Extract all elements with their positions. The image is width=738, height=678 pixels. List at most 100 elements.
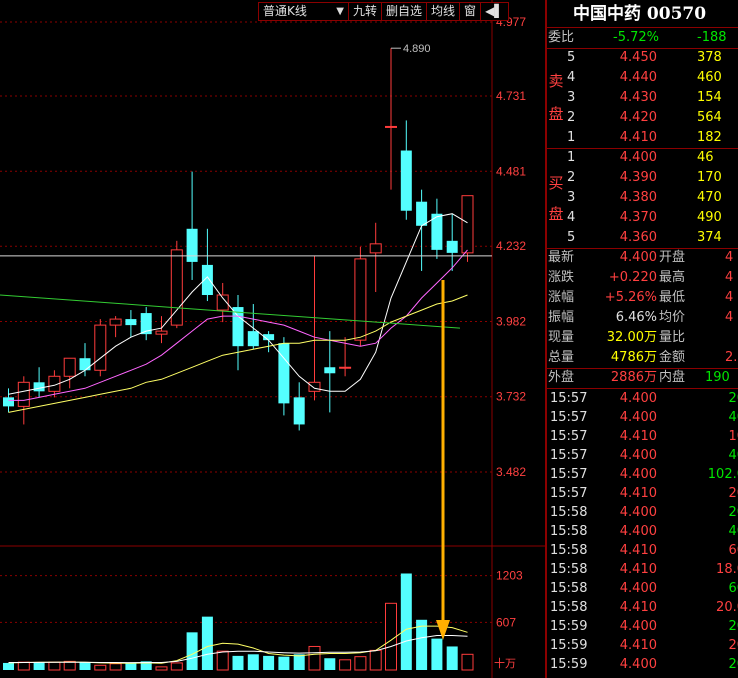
stat-label: 涨幅	[548, 290, 575, 305]
tick-row[interactable]: 15:59 4.410 20	[547, 636, 738, 655]
stat-label: 最高	[659, 270, 686, 285]
tick-row[interactable]: 15:58 4.400 20	[547, 503, 738, 522]
volume-bar-down	[201, 616, 213, 670]
tick-price: 4.410	[619, 429, 657, 444]
level-number: 2	[567, 110, 576, 125]
candle-body-up	[155, 330, 168, 335]
buy-level-row: 1 4.400 46	[547, 148, 738, 168]
annotation-arrow-head	[436, 620, 450, 640]
stat-row: 涨幅 +5.26% 最低 4	[547, 288, 738, 308]
price-axis-label: 4.232	[496, 239, 526, 253]
outer-value: 2886万	[610, 370, 657, 385]
volume-bar-down	[186, 632, 198, 670]
stat-row: 最新 4.400 开盘 4	[547, 248, 738, 268]
tick-volume: 18.0	[716, 562, 738, 577]
tick-row[interactable]: 15:58 4.400 40	[547, 522, 738, 541]
level-volume: 460	[697, 70, 722, 85]
collapse-panel-icon[interactable]: ◀▌	[481, 3, 507, 20]
tick-row[interactable]: 15:58 4.410 20.0	[547, 598, 738, 617]
level-volume: 170	[697, 170, 722, 185]
candle-body-up	[354, 258, 367, 341]
volume-bar-up	[94, 664, 107, 671]
stat-label: 均价	[659, 310, 686, 325]
volume-bar-up	[170, 662, 183, 671]
candle-body-down	[33, 382, 45, 392]
level-price: 4.440	[619, 70, 657, 85]
tick-price: 4.400	[619, 467, 657, 482]
tick-volume: 102.0	[707, 467, 738, 482]
tick-row[interactable]: 15:57 4.410 10	[547, 427, 738, 446]
tick-row[interactable]: 15:58 4.400 60	[547, 579, 738, 598]
tick-row[interactable]: 15:58 4.410 18.0	[547, 560, 738, 579]
level-number: 1	[567, 150, 576, 165]
tick-time: 15:57	[550, 448, 588, 463]
stat-label: 总量	[548, 350, 575, 365]
volume-axis-label: 607	[496, 615, 516, 629]
tick-row[interactable]: 15:57 4.400 40	[547, 408, 738, 427]
stat-value: 2.1	[725, 350, 738, 365]
sell-level-row: 1 4.410 182	[547, 128, 738, 148]
inner-label: 内盘	[659, 370, 686, 385]
level-number: 4	[567, 210, 576, 225]
tick-row[interactable]: 15:59 4.400 20	[547, 617, 738, 636]
stat-value: 4786万	[610, 350, 657, 365]
price-axis-label: 3.982	[496, 314, 526, 328]
tick-row[interactable]: 15:58 4.410 60	[547, 541, 738, 560]
tick-price: 4.400	[619, 448, 657, 463]
kline-chart[interactable]: 4.9774.7314.4814.2323.9823.7323.4824.890…	[0, 0, 545, 678]
level-number: 5	[567, 230, 576, 245]
tick-row[interactable]: 15:59 4.400 20	[547, 655, 738, 674]
stat-row: 总量 4786万金额 2.1	[547, 348, 738, 368]
volume-bar-down	[3, 662, 14, 670]
volume-bar-down	[293, 654, 305, 670]
level-volume: 46	[697, 150, 714, 165]
window-button[interactable]: 窗	[460, 3, 482, 20]
price-axis-label: 4.481	[496, 164, 526, 178]
stock-title: 中国中药 00570	[547, 0, 738, 28]
level-volume: 470	[697, 190, 722, 205]
stat-label: 量比	[659, 330, 686, 345]
candle-body-down	[400, 150, 412, 211]
tick-row[interactable]: 15:57 4.400 40	[547, 446, 738, 465]
volume-bar-down	[232, 655, 244, 670]
level-volume: 182	[697, 130, 722, 145]
stat-label: 最低	[659, 290, 686, 305]
volume-bar-up	[369, 649, 382, 671]
tick-volume: 20	[728, 619, 738, 634]
tick-volume: 20	[728, 486, 738, 501]
jiuzhuan-button[interactable]: 九转	[349, 3, 383, 20]
candle-body-up	[339, 366, 352, 369]
high-price-label: 4.890	[403, 43, 431, 55]
remove-watchlist-button[interactable]: 删自选	[382, 3, 428, 20]
chevron-down-icon: ▼	[336, 6, 344, 17]
candle-body-down	[324, 367, 336, 374]
tick-volume: 20	[728, 657, 738, 672]
tick-volume: 20	[728, 505, 738, 520]
stat-value: 32.00万	[606, 330, 657, 345]
stat-value: 4.400	[619, 250, 657, 265]
moving-average-button[interactable]: 均线	[427, 3, 461, 20]
tick-volume: 40	[728, 410, 738, 425]
level-number: 5	[567, 50, 576, 65]
inner-value: 190	[705, 370, 730, 385]
volume-bar-down	[324, 658, 336, 670]
tick-row[interactable]: 15:57 4.400 102.0	[547, 465, 738, 484]
volume-unit-label: 十万	[494, 656, 516, 670]
tick-time: 15:59	[550, 638, 588, 653]
buy-level-row: 5 4.360 374	[547, 228, 738, 248]
stat-value: +0.220	[608, 270, 657, 285]
period-select[interactable]: 普通K线 ▼	[259, 3, 349, 20]
volume-bar-up	[109, 663, 122, 671]
candle-body-up	[461, 195, 474, 254]
weibi-row: 委比 -5.72% -188	[547, 28, 738, 48]
candle-body-up	[109, 318, 122, 326]
ma-line-green	[0, 294, 461, 329]
tick-price: 4.410	[619, 600, 657, 615]
level-number: 3	[567, 90, 576, 105]
tick-volume: 20	[728, 638, 738, 653]
tick-row[interactable]: 15:57 4.410 20	[547, 484, 738, 503]
tick-row[interactable]: 15:57 4.400 20	[547, 389, 738, 408]
level-price: 4.390	[619, 170, 657, 185]
candle-body-down	[416, 201, 428, 226]
kline-chart-area[interactable]: 4.977 4.731 4.481 4.232 3.982 3.732 3.482 4.890…	[0, 0, 545, 678]
